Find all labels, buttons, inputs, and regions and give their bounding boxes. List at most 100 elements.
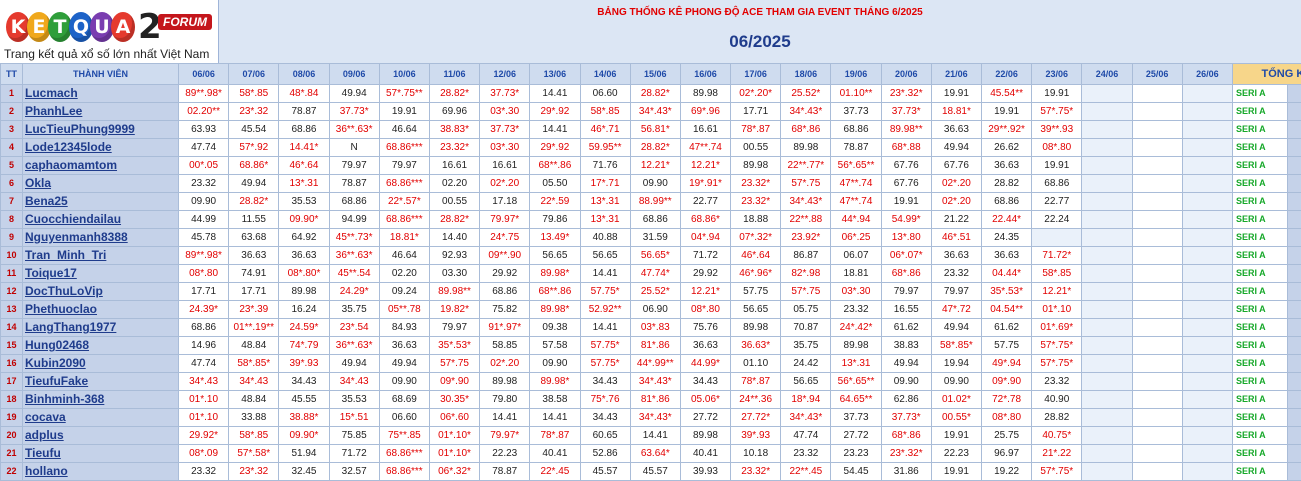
score-cell: 13*.80 xyxy=(880,228,932,247)
empty-cell xyxy=(1081,228,1133,247)
date-header: 11/06 xyxy=(428,63,481,85)
score-cell: 03*.30 xyxy=(479,102,531,121)
seri-label: SERI A xyxy=(1231,462,1288,481)
score-cell: 47.74* xyxy=(629,264,681,283)
empty-cell xyxy=(1081,318,1133,337)
score-cell: 68.86*** xyxy=(378,210,430,229)
score-cell: 34*.43* xyxy=(780,408,832,427)
empty-cell xyxy=(1131,264,1183,283)
total-score: 13 xyxy=(1286,282,1301,301)
empty-cell xyxy=(1081,444,1133,463)
member-link[interactable]: Phethuoclao xyxy=(22,300,179,319)
score-cell: 34*.43 xyxy=(328,372,380,391)
date-header: 10/06 xyxy=(378,63,430,85)
score-cell: 36.63* xyxy=(730,336,782,355)
table-row: 14 LangThang1977 68.86 01**.19** 24.59* 23*.5… xyxy=(0,318,1301,337)
score-cell: 48*.84 xyxy=(278,84,330,103)
score-cell: 56.81* xyxy=(629,120,681,139)
score-cell: 14.41 xyxy=(629,426,681,445)
score-cell: 36.63 xyxy=(980,246,1033,265)
score-cell: 46.64 xyxy=(378,120,430,139)
score-cell: 08*.80 xyxy=(1031,138,1083,157)
empty-cell xyxy=(1181,174,1233,193)
score-cell: 49.94 xyxy=(880,354,932,373)
member-link[interactable]: Tran_Minh_Tri xyxy=(22,246,179,265)
row-number: 3 xyxy=(0,120,23,139)
score-cell: 56*.65** xyxy=(830,372,882,391)
seri-label: SERI A xyxy=(1231,264,1288,283)
member-link[interactable]: Nguyenmanh8388 xyxy=(22,228,179,247)
score-cell: 23.32 xyxy=(830,300,882,319)
member-link[interactable]: caphaomamtom xyxy=(22,156,179,175)
score-cell: 36**.63* xyxy=(328,120,380,139)
score-cell: 68.86 xyxy=(980,192,1033,211)
row-number: 19 xyxy=(0,408,23,427)
member-link[interactable]: Lode12345lode xyxy=(22,138,179,157)
date-header: 13/06 xyxy=(529,63,581,85)
score-cell: 68*.86 xyxy=(880,426,932,445)
empty-cell xyxy=(1181,264,1233,283)
seri-label: SERI A xyxy=(1231,120,1288,139)
score-cell: 79.97 xyxy=(428,318,481,337)
member-link[interactable]: Okla xyxy=(22,174,179,193)
score-cell: 22.44* xyxy=(980,210,1033,229)
score-cell: 63.64* xyxy=(629,444,681,463)
score-cell: 29.92 xyxy=(679,264,732,283)
member-link[interactable]: Bena25 xyxy=(22,192,179,211)
score-cell: 89.98** xyxy=(880,120,932,139)
member-link[interactable]: adplus xyxy=(22,426,179,445)
score-cell: 46*.71 xyxy=(579,120,631,139)
empty-cell xyxy=(1081,390,1133,409)
empty-cell xyxy=(1131,102,1183,121)
member-link[interactable]: hollano xyxy=(22,462,179,481)
score-cell: 00*.05 xyxy=(177,156,230,175)
member-link[interactable]: Lucmach xyxy=(22,84,179,103)
table-row: 22 hollano 23.32 23*.32 32.45 32.57 68.86*** 06… xyxy=(0,462,1301,481)
member-link[interactable]: Kubin2090 xyxy=(22,354,179,373)
score-cell: 45.78 xyxy=(177,228,230,247)
score-cell: 29*.92 xyxy=(529,138,581,157)
empty-cell xyxy=(1181,318,1233,337)
forum-badge: FORUM xyxy=(158,14,212,30)
score-cell: 89.98* xyxy=(529,264,581,283)
empty-cell xyxy=(1081,246,1133,265)
score-cell: 78*.87 xyxy=(529,426,581,445)
score-cell: 01*.69* xyxy=(1031,318,1083,337)
score-cell: 63.93 xyxy=(177,120,230,139)
score-cell: 25.52* xyxy=(780,84,832,103)
score-cell: 58*.85 xyxy=(228,426,280,445)
score-cell: 79.97* xyxy=(479,426,531,445)
score-cell: 47*.72 xyxy=(930,300,983,319)
score-cell: 49*.94 xyxy=(980,354,1033,373)
member-link[interactable]: Cuocchiendailau xyxy=(22,210,179,229)
member-link[interactable]: LucTieuPhung9999 xyxy=(22,120,179,139)
date-header: 19/06 xyxy=(830,63,882,85)
member-link[interactable]: Tieufu xyxy=(22,444,179,463)
score-cell: 45**.73* xyxy=(328,228,380,247)
member-link[interactable]: TieufuFake xyxy=(22,372,179,391)
score-cell: 78.87 xyxy=(830,138,882,157)
score-cell: 06.60 xyxy=(378,408,430,427)
score-cell: 36**.63* xyxy=(328,246,380,265)
table-row: 13 Phethuoclao 24.39* 23*.39 16.24 35.75 05**.… xyxy=(0,300,1301,319)
score-cell: 02.20** xyxy=(177,102,230,121)
score-cell: 34*.43* xyxy=(629,102,681,121)
member-link[interactable]: LangThang1977 xyxy=(22,318,179,337)
member-link[interactable]: DocThuLoVip xyxy=(22,282,179,301)
member-link[interactable]: Hung02468 xyxy=(22,336,179,355)
score-cell: 09*.90 xyxy=(980,372,1033,391)
member-link[interactable]: cocava xyxy=(22,408,179,427)
score-cell: 24.35 xyxy=(980,228,1033,247)
score-cell: 40.41 xyxy=(679,444,732,463)
score-cell: 01**.19** xyxy=(228,318,280,337)
ketqua2-logo[interactable]: K E T Q U A 2 FORUM Trang kết quả xổ số … xyxy=(0,0,219,63)
member-link[interactable]: Toique17 xyxy=(22,264,179,283)
total-score: 13 xyxy=(1286,174,1301,193)
table-row: 6 Okla 23.32 49.94 13*.31 78.87 68.86*** 02.20 0… xyxy=(0,174,1301,193)
score-cell: 22.23 xyxy=(930,444,983,463)
seri-label: SERI A xyxy=(1231,138,1288,157)
score-cell: 58*.85 xyxy=(228,84,280,103)
member-link[interactable]: PhanhLee xyxy=(22,102,179,121)
member-link[interactable]: Binhminh-368 xyxy=(22,390,179,409)
score-cell: 14.41 xyxy=(529,120,581,139)
